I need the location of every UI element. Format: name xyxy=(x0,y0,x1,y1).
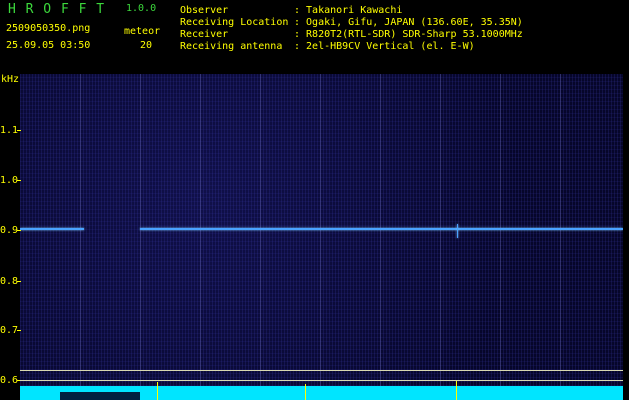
location-value: : Ogaki, Gifu, JAPAN (136.60E, 35.35N) xyxy=(294,17,523,28)
minute-gridline xyxy=(260,74,261,386)
minute-gridline xyxy=(200,74,201,386)
meteor-count: 20 xyxy=(140,40,153,51)
detection-marker xyxy=(305,384,306,400)
minute-gridline xyxy=(140,74,141,386)
receiver-label: Receiver xyxy=(180,29,229,40)
carrier-signal-segment xyxy=(140,228,623,230)
detection-marker xyxy=(157,382,158,400)
meteor-label: meteor xyxy=(124,26,161,37)
detection-marker xyxy=(456,381,457,400)
y-tick-mark xyxy=(17,230,21,231)
minute-gridline xyxy=(560,74,561,386)
minute-gridline xyxy=(80,74,81,386)
reference-line xyxy=(20,370,623,371)
file-name: 2509050350.png xyxy=(6,23,91,34)
date-time: 25.09.05 03:50 xyxy=(6,40,91,51)
signal-strength-gap xyxy=(60,392,140,400)
y-tick-mark xyxy=(17,180,21,181)
observer-label: Observer xyxy=(180,5,229,16)
noise-background xyxy=(20,74,623,386)
minute-gridline xyxy=(500,74,501,386)
minute-gridline xyxy=(320,74,321,386)
antenna-label: Receiving antenna xyxy=(180,41,283,52)
y-tick-mark xyxy=(17,281,21,282)
reference-line xyxy=(20,380,623,381)
header-panel: H R O F F T 1.0.0 2509050350.png 25.09.0… xyxy=(0,0,629,74)
location-label: Receiving Location xyxy=(180,17,289,28)
receiver-value: : R820T2(RTL-SDR) SDR-Sharp 53.1000MHz xyxy=(294,29,523,40)
minute-gridline xyxy=(380,74,381,386)
y-unit-label: kHz xyxy=(1,74,20,85)
carrier-signal-segment xyxy=(20,228,84,230)
app-logo: H R O F F T xyxy=(8,2,106,17)
spectrogram-plot xyxy=(20,74,623,386)
observer-value: : Takanori Kawachi xyxy=(294,5,403,16)
minute-gridline xyxy=(440,74,441,386)
carrier-spike xyxy=(457,224,458,238)
antenna-value: : 2el-HB9CV Vertical (el. E-W) xyxy=(294,41,475,52)
y-tick-mark xyxy=(17,330,21,331)
y-tick-mark xyxy=(17,130,21,131)
app-version: 1.0.0 xyxy=(126,3,157,14)
